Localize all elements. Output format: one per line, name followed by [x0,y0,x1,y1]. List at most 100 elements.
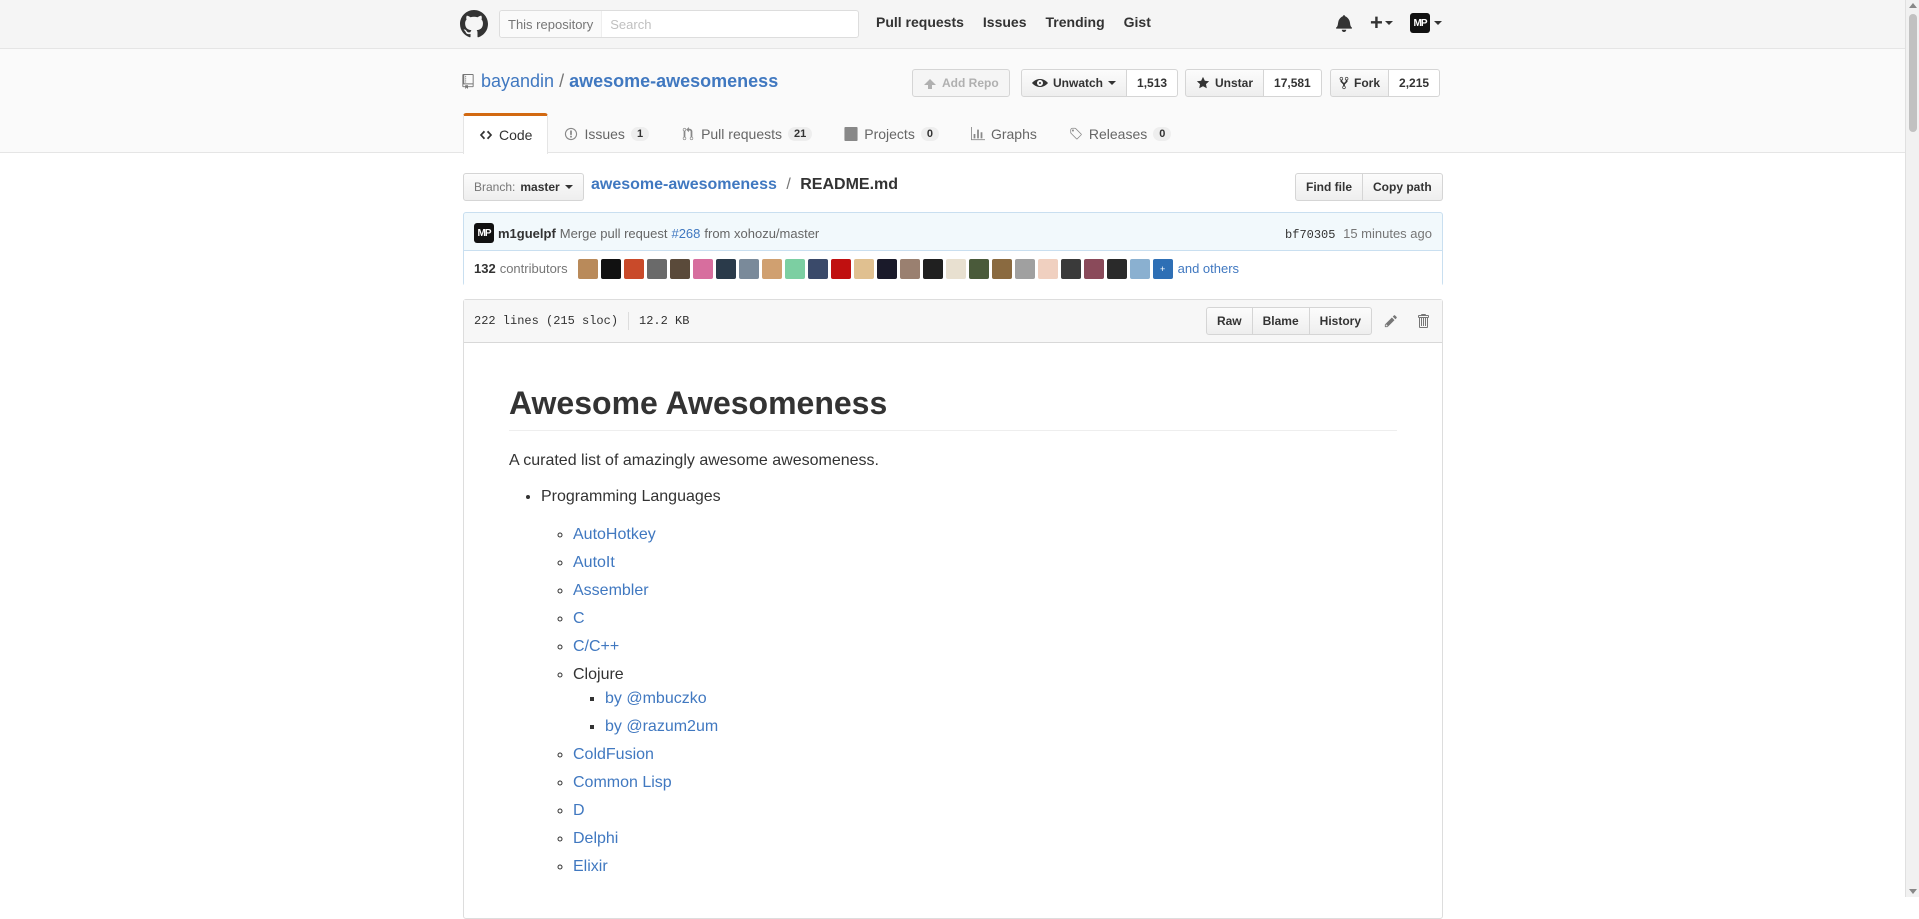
nav-issues[interactable]: Issues [983,14,1027,30]
nav-trending[interactable]: Trending [1046,14,1105,30]
contributors-count[interactable]: 132 [474,261,496,276]
tab-graphs[interactable]: Graphs [955,113,1053,153]
blame-button[interactable]: Blame [1251,307,1310,335]
caret-down-icon [1108,81,1117,85]
branch-select-button[interactable]: Branch: master [463,173,584,201]
contributor-avatar[interactable] [899,258,920,279]
contributor-avatar[interactable] [876,258,897,279]
contributor-avatar[interactable] [715,258,736,279]
nav-pull-requests[interactable]: Pull requests [876,14,964,30]
tab-pull-requests[interactable]: Pull requests 21 [665,113,828,153]
contributor-avatar[interactable] [1083,258,1104,279]
add-repo-button[interactable]: Add Repo [912,69,1010,97]
pull-requests-count-badge: 21 [788,126,813,141]
contributor-avatar[interactable] [692,258,713,279]
contributor-avatars: + [577,258,1173,279]
list-item: Clojure by @mbuczko by @razum2um [573,663,1397,739]
commit-pr-link[interactable]: #268 [671,226,700,241]
scroll-up-arrow-icon[interactable] [1909,3,1917,8]
contributor-avatar[interactable] [968,258,989,279]
contributor-avatar[interactable] [922,258,943,279]
pull-request-icon [682,126,694,140]
nav-gist[interactable]: Gist [1124,14,1151,30]
page-scrollbar[interactable] [1905,0,1919,897]
commit-author-avatar[interactable]: MP [474,223,494,243]
plus-icon: + [1370,10,1383,35]
contributor-avatar[interactable] [1060,258,1081,279]
and-others-link[interactable]: and others [1178,261,1239,276]
tab-issues[interactable]: Issues 1 [548,113,665,153]
forks-count[interactable]: 2,215 [1389,69,1441,97]
github-logo-icon[interactable] [460,10,488,38]
unwatch-button[interactable]: Unwatch [1021,69,1128,97]
contributor-avatar[interactable] [600,258,621,279]
contributor-avatar[interactable] [853,258,874,279]
contributor-avatar[interactable] [1014,258,1035,279]
list-item: Assembler [573,579,1397,603]
tab-releases[interactable]: Releases 0 [1053,113,1188,153]
contributor-avatar[interactable] [738,258,759,279]
contributor-avatar[interactable] [669,258,690,279]
contributor-avatar[interactable] [1037,258,1058,279]
contributor-avatar[interactable] [646,258,667,279]
language-link[interactable]: D [573,802,585,819]
sub-link[interactable]: by @razum2um [605,718,718,735]
scroll-down-arrow-icon[interactable] [1909,889,1917,894]
repo-book-icon [462,74,474,89]
file-viewer: 222 lines (215 sloc) 12.2 KB Raw Blame H… [463,299,1443,919]
language-link[interactable]: C/C++ [573,638,619,655]
raw-button[interactable]: Raw [1205,307,1253,335]
sub-link[interactable]: by @mbuczko [605,690,707,707]
commit-author-link[interactable]: m1guelpf [498,226,556,241]
contributor-avatar[interactable] [623,258,644,279]
pencil-icon[interactable] [1384,314,1398,328]
breadcrumb-root-link[interactable]: awesome-awesomeness [591,176,777,193]
file-view-buttons: Raw Blame History [1205,307,1372,335]
section-heading: Programming Languages [541,487,721,505]
watch-group: Unwatch 1,513 [1021,69,1179,97]
language-link[interactable]: AutoHotkey [573,526,656,543]
history-button[interactable]: History [1308,307,1372,335]
language-link[interactable]: Common Lisp [573,774,672,791]
user-menu-dropdown[interactable]: MP [1410,13,1442,33]
contributor-avatar[interactable] [945,258,966,279]
contributor-avatar[interactable] [991,258,1012,279]
language-link[interactable]: Elixir [573,858,608,875]
commit-sha-link[interactable]: bf70305 [1285,228,1335,242]
repo-name-link[interactable]: awesome-awesomeness [569,71,778,92]
language-link[interactable]: ColdFusion [573,746,654,763]
find-file-button[interactable]: Find file [1295,173,1363,201]
stargazers-count[interactable]: 17,581 [1264,69,1322,97]
more-contributors-icon[interactable]: + [1152,258,1173,279]
scroll-thumb[interactable] [1909,14,1917,132]
unstar-button[interactable]: Unstar [1185,69,1265,97]
language-link[interactable]: Assembler [573,582,649,599]
repo-owner-link[interactable]: bayandin [481,71,554,92]
site-header: This repository Pull requests Issues Tre… [0,0,1905,49]
contributor-avatar[interactable] [761,258,782,279]
contributor-avatar[interactable] [577,258,598,279]
contributor-avatar[interactable] [1106,258,1127,279]
tab-projects[interactable]: Projects 0 [828,113,955,153]
search-input[interactable] [608,12,858,36]
fork-button[interactable]: Fork [1330,69,1390,97]
contributor-avatar[interactable] [1129,258,1150,279]
notifications-bell-icon[interactable] [1336,14,1352,32]
readme-content: Awesome Awesomeness A curated list of am… [464,343,1442,879]
repo-title: bayandin / awesome-awesomeness [462,71,778,92]
language-link[interactable]: Delphi [573,830,618,847]
issue-icon [565,127,578,140]
contributor-avatar[interactable] [807,258,828,279]
watchers-count[interactable]: 1,513 [1127,69,1179,97]
contributor-avatar[interactable] [784,258,805,279]
contributor-avatar[interactable] [830,258,851,279]
language-link[interactable]: C [573,610,585,627]
list-item: D [573,799,1397,823]
search-box[interactable]: This repository [499,10,859,38]
copy-path-button[interactable]: Copy path [1363,173,1443,201]
tab-code[interactable]: Code [463,113,549,154]
list-item: AutoIt [573,551,1397,575]
language-link[interactable]: AutoIt [573,554,615,571]
trash-icon[interactable] [1416,313,1430,329]
create-new-dropdown[interactable]: + [1370,12,1393,34]
